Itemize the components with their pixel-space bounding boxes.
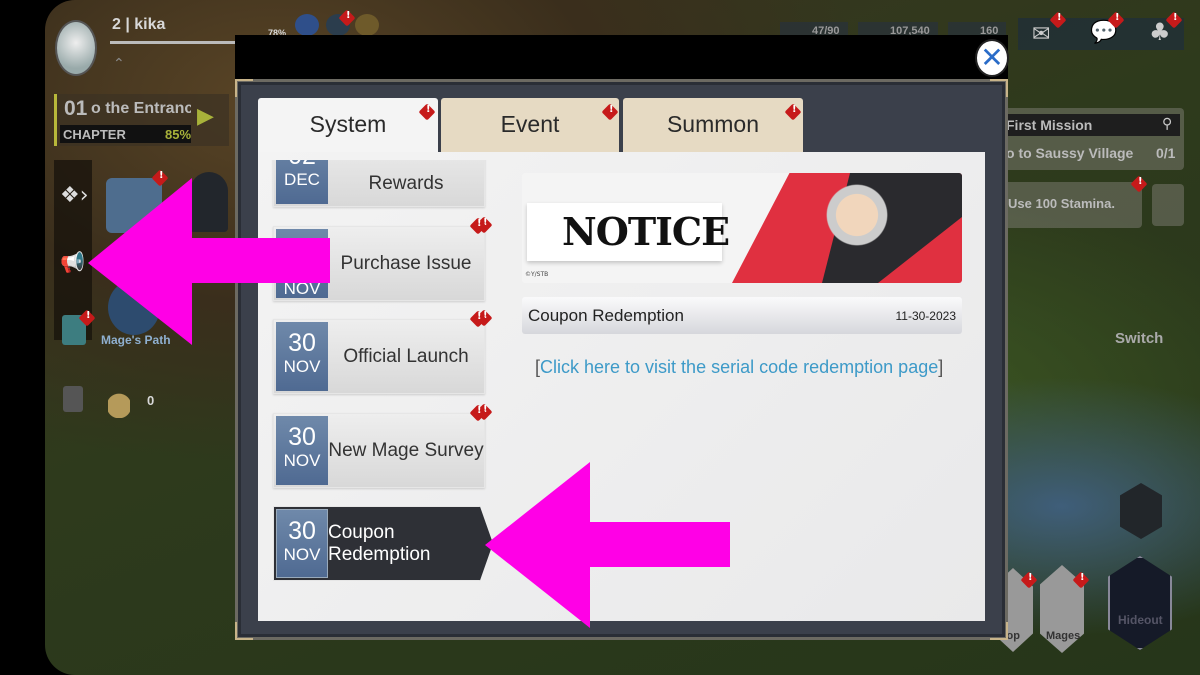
annotation-arrows — [88, 178, 730, 628]
annotation-arrow-megaphone — [88, 178, 330, 345]
annotation-arrow-coupon — [485, 462, 730, 628]
